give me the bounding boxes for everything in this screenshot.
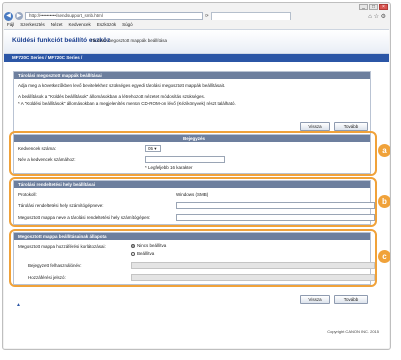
- folder-status-header: Megosztott mappa beállításainak állapota: [14, 233, 370, 240]
- chevron-down-icon: ▾: [154, 146, 157, 151]
- next-button-bottom[interactable]: Tovább: [334, 295, 368, 304]
- radio-set[interactable]: Beállítva: [131, 251, 154, 256]
- protocol-label: Protokoll:: [18, 192, 37, 197]
- forward-arrow-icon[interactable]: ▶: [15, 12, 23, 20]
- radio-set-label: Beállítva: [137, 251, 155, 256]
- access-restriction-label: Megosztott mappa hozzáférési korlátozása…: [18, 244, 106, 249]
- model-bar: MF720C Series / MF720C Series /: [4, 54, 389, 62]
- browser-window: _ □ × ◀ ▶ http://••••••••••/sendsupport_…: [2, 2, 391, 350]
- favorites-name-label: Név a kedvencek számához:: [18, 157, 76, 162]
- badge-c: c: [378, 250, 390, 263]
- radio-checked-icon: [131, 243, 135, 248]
- page-content: Küldési funkciót beállító eszköz Tárolás…: [4, 29, 390, 348]
- intro-line-1: Adja meg a következőkben levő bevitelekh…: [18, 83, 226, 88]
- protocol-value: Windows (SMB): [176, 192, 209, 197]
- menu-edit[interactable]: Szerkesztés: [20, 22, 45, 27]
- shared-folder-input[interactable]: [176, 214, 375, 221]
- shared-folder-label: Megosztott mappa neve a tárolási rendelt…: [18, 215, 151, 220]
- registration-section: Bejegyzés Kedvencek száma: 05 ▾ Név a ke…: [13, 134, 371, 174]
- menu-favorites[interactable]: Kedvencek: [69, 22, 91, 27]
- menu-help[interactable]: Súgó: [122, 22, 133, 27]
- app-header: Küldési funkciót beállító eszköz Tárolás…: [4, 30, 389, 54]
- destination-section: Tárolási rendeltetési hely beállításai P…: [13, 180, 375, 225]
- badge-b: b: [378, 195, 390, 208]
- maximize-icon[interactable]: □: [369, 4, 378, 10]
- folder-status-section: Megosztott mappa beállításainak állapota…: [13, 232, 375, 285]
- password-label: Hozzáférési jelszó:: [28, 275, 66, 280]
- back-button-bottom[interactable]: Vissza: [300, 295, 330, 304]
- copyright-text: Copyright CANON INC. 2015: [327, 329, 379, 334]
- favorites-icon[interactable]: ⌂ ☆ ⚙: [368, 13, 389, 20]
- radio-not-set[interactable]: Nincs beállítva: [131, 243, 166, 248]
- refresh-icon[interactable]: ⟳: [205, 13, 209, 19]
- intro-header: Tárolási megosztott mappák beállításai: [14, 72, 370, 79]
- app-subtitle: Tárolási megosztott mappák beállítása: [90, 38, 168, 43]
- intro-line-3: * A "Küldési beállítások" állomásokban a…: [18, 101, 236, 106]
- menu-file[interactable]: Fájl: [7, 22, 14, 27]
- badge-a: a: [378, 144, 390, 157]
- username-input[interactable]: [131, 262, 375, 269]
- menu-view[interactable]: Nézet: [51, 22, 63, 27]
- password-input[interactable]: [131, 274, 375, 281]
- username-label: Bejegyzett felhasználónév:: [28, 263, 82, 268]
- hostname-input[interactable]: [176, 202, 375, 209]
- close-icon[interactable]: ×: [379, 4, 388, 10]
- minimize-icon[interactable]: _: [359, 4, 368, 10]
- address-bar-row: ◀ ▶ http://••••••••••/sendsupport_smb.ht…: [4, 11, 389, 21]
- browser-tab[interactable]: [210, 12, 291, 20]
- radio-not-set-label: Nincs beállítva: [137, 243, 167, 248]
- menu-tools[interactable]: Eszközök: [97, 22, 116, 27]
- back-button-top[interactable]: Vissza: [300, 122, 330, 131]
- menu-bar: Fájl Szerkesztés Nézet Kedvencek Eszközö…: [7, 22, 133, 27]
- intro-line-2: A beállítások a "Küldés beállítások" áll…: [18, 94, 206, 99]
- back-to-top-icon[interactable]: ▲: [16, 302, 21, 308]
- hostname-label: Tárolási rendeltetési hely számítógépnev…: [18, 203, 104, 208]
- favorites-number-select[interactable]: 05 ▾: [145, 145, 161, 152]
- back-arrow-icon[interactable]: ◀: [4, 11, 13, 21]
- registration-header: Bejegyzés: [14, 135, 370, 142]
- favorites-number-label: Kedvencek száma:: [18, 146, 57, 151]
- window-controls: _ □ ×: [359, 4, 388, 10]
- destination-header: Tárolási rendeltetési hely beállításai: [14, 181, 370, 188]
- url-field[interactable]: http://••••••••••/sendsupport_smb.html: [25, 12, 203, 20]
- favorites-name-note: * Legfeljebb 16 karakter: [145, 165, 193, 170]
- favorites-number-value: 05: [148, 146, 154, 151]
- radio-unchecked-icon: [131, 251, 135, 256]
- next-button-top[interactable]: Tovább: [334, 122, 368, 131]
- favorites-name-input[interactable]: [145, 156, 225, 163]
